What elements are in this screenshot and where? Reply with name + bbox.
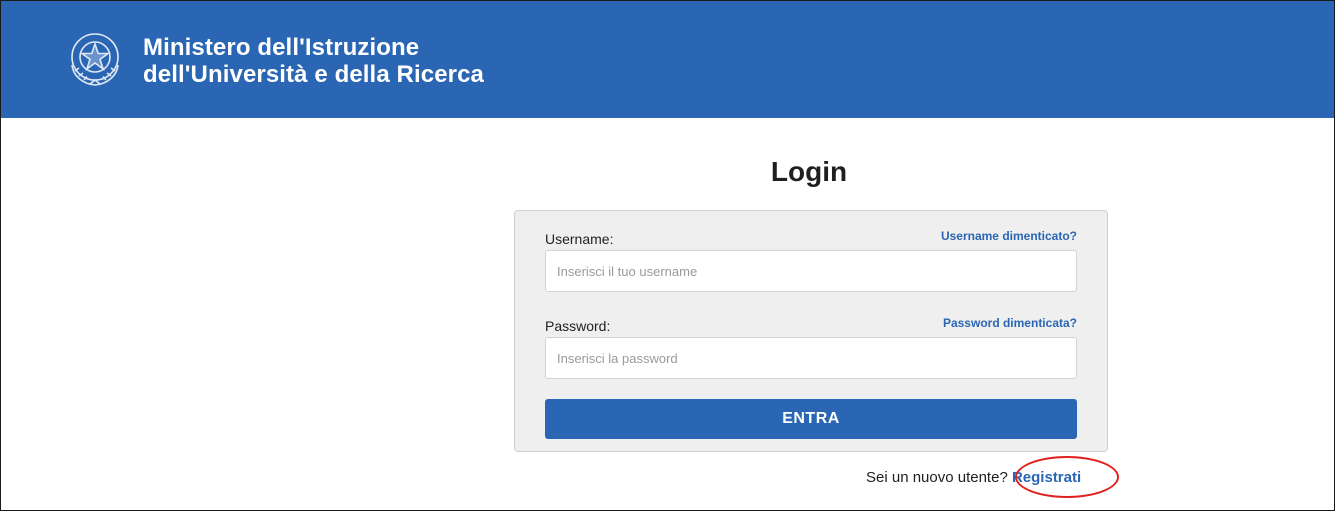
forgot-username-link[interactable]: Username dimenticato? [941,229,1077,243]
italian-republic-emblem-icon [71,33,119,86]
browser-page: Ministero dell'Istruzione dell'Universit… [0,0,1335,511]
page-title: Login [770,156,848,187]
username-label: Username: [545,231,614,247]
login-form: Username: Username dimenticato? Password… [514,210,1108,452]
password-input[interactable] [545,337,1077,379]
register-prompt-text: Sei un nuovo utente? [866,469,1008,486]
password-label: Password: [545,318,611,334]
ministry-title-line-2: dell'Università e della Ricerca [143,61,484,88]
enter-button[interactable]: ENTRA [545,399,1077,439]
ministry-title-line-1: Ministero dell'Istruzione [143,34,420,61]
register-link[interactable]: Registrati [1012,469,1081,486]
site-header: Ministero dell'Istruzione dell'Universit… [1,1,1334,118]
register-prompt: Sei un nuovo utente? Registrati [866,469,1081,486]
ministry-title: Ministero dell'Istruzione dell'Universit… [143,34,484,88]
forgot-password-link[interactable]: Password dimenticata? [943,316,1077,330]
username-input[interactable] [545,250,1077,292]
